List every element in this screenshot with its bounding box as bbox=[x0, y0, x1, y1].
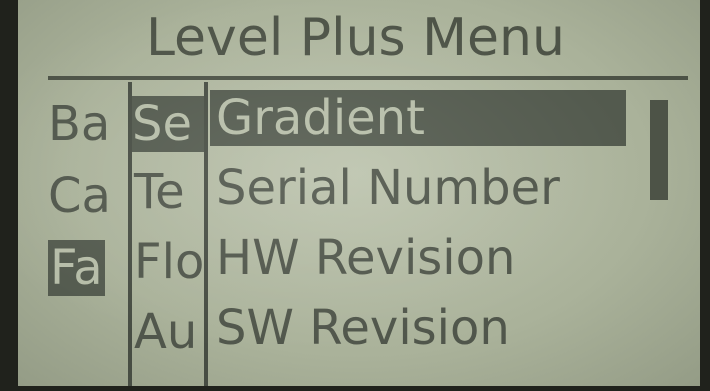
device-photo: Level Plus Menu Ba Ca Fa Se Te Flo Au Gr… bbox=[0, 0, 710, 391]
second-menu-item-selected[interactable]: Se bbox=[132, 96, 204, 152]
second-menu: Se Te Flo Au bbox=[132, 92, 204, 386]
menu-separator bbox=[204, 82, 208, 386]
submenu-item[interactable]: HW Revision bbox=[210, 230, 626, 286]
base-menu-item[interactable]: Ca bbox=[48, 168, 111, 224]
base-menu-item[interactable]: Ba bbox=[48, 96, 110, 152]
second-menu-item[interactable]: Flo bbox=[134, 234, 204, 290]
scrollbar-thumb[interactable] bbox=[650, 100, 668, 200]
second-menu-item[interactable]: Au bbox=[134, 304, 197, 360]
submenu-item[interactable]: Serial Number bbox=[210, 160, 626, 216]
submenu: Gradient Serial Number HW Revision SW Re… bbox=[210, 90, 626, 386]
base-menu-item-selected[interactable]: Fa bbox=[48, 240, 105, 296]
second-menu-item[interactable]: Te bbox=[134, 164, 185, 220]
submenu-item-selected[interactable]: Gradient bbox=[210, 90, 626, 146]
title-divider bbox=[48, 76, 688, 80]
page-title: Level Plus Menu bbox=[146, 8, 565, 68]
lcd-screen: Level Plus Menu Ba Ca Fa Se Te Flo Au Gr… bbox=[18, 0, 700, 386]
submenu-item[interactable]: SW Revision bbox=[210, 300, 626, 356]
